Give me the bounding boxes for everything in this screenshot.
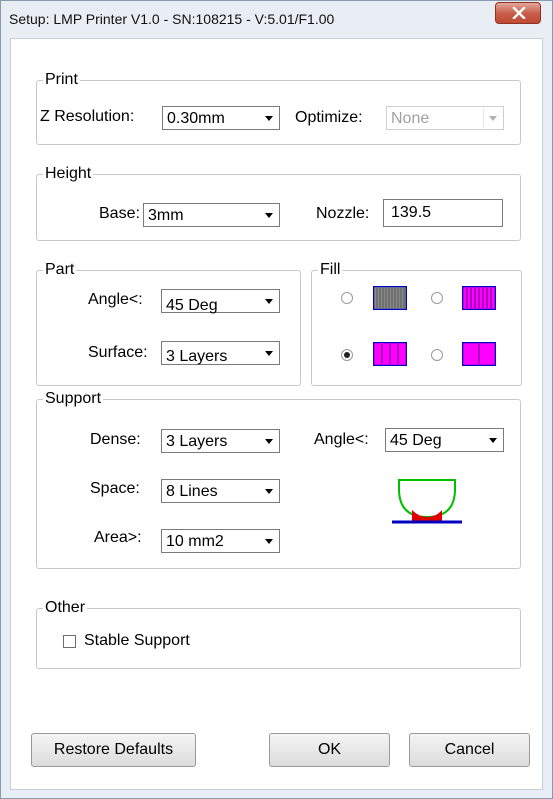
window-title: Setup: LMP Printer V1.0 - SN:108215 - V:… <box>9 11 335 27</box>
fill-option-1-radio[interactable] <box>341 292 353 304</box>
stable-support-label[interactable]: Stable Support <box>84 631 190 651</box>
optimize-select[interactable]: None <box>386 106 504 130</box>
chevron-down-icon[interactable] <box>484 431 501 449</box>
fill-group: Fill <box>311 262 522 386</box>
setup-dialog: Setup: LMP Printer V1.0 - SN:108215 - V:… <box>0 0 553 799</box>
fill-group-legend: Fill <box>320 261 341 278</box>
chevron-down-icon[interactable] <box>260 532 277 550</box>
surface-value: 3 Layers <box>166 348 228 365</box>
optimize-label: Optimize: <box>295 109 363 126</box>
chevron-down-icon[interactable] <box>483 109 501 127</box>
chevron-down-icon[interactable] <box>260 292 277 310</box>
restore-defaults-button[interactable]: Restore Defaults <box>31 733 196 767</box>
space-value: 8 Lines <box>166 483 218 500</box>
support-angle-preview-icon <box>392 479 462 524</box>
fill-option-2-radio[interactable] <box>431 292 443 304</box>
dense-value: 3 Layers <box>166 433 228 450</box>
dense-select[interactable]: 3 Layers <box>161 429 280 453</box>
base-value: 3mm <box>148 207 184 224</box>
z-resolution-value: 0.30mm <box>167 110 225 127</box>
support-angle-value: 45 Deg <box>390 432 442 449</box>
chevron-down-icon[interactable] <box>260 109 277 127</box>
surface-label: Surface: <box>88 344 148 361</box>
support-angle-select[interactable]: 45 Deg <box>385 428 504 452</box>
space-label: Space: <box>90 480 140 497</box>
dialog-client-area: Print Z Resolution: 0.30mm Optimize: Non… <box>10 38 543 790</box>
part-angle-select[interactable]: 45 Deg <box>161 289 280 314</box>
fill-option-3-radio[interactable] <box>341 349 353 361</box>
chevron-down-icon[interactable] <box>260 344 277 362</box>
nozzle-label: Nozzle: <box>316 205 370 222</box>
fill-fine-magenta-icon[interactable] <box>462 286 496 310</box>
area-value: 10 mm2 <box>166 533 224 550</box>
optimize-value: None <box>391 110 430 127</box>
area-select[interactable]: 10 mm2 <box>161 529 280 553</box>
space-select[interactable]: 8 Lines <box>161 479 280 503</box>
base-label: Base: <box>99 205 140 222</box>
surface-select[interactable]: 3 Layers <box>161 341 280 365</box>
area-label: Area>: <box>94 529 142 546</box>
support-group-legend: Support <box>45 390 102 407</box>
chevron-down-icon[interactable] <box>260 432 277 450</box>
cancel-button[interactable]: Cancel <box>409 733 530 767</box>
close-button[interactable] <box>495 2 541 24</box>
close-icon <box>512 7 526 19</box>
title-bar[interactable]: Setup: LMP Printer V1.0 - SN:108215 - V:… <box>1 1 552 37</box>
print-group-legend: Print <box>45 71 78 88</box>
nozzle-value: 139.5 <box>391 204 432 221</box>
other-group-legend: Other <box>45 599 86 616</box>
part-group: Part <box>36 262 301 386</box>
ok-button[interactable]: OK <box>269 733 390 767</box>
nozzle-input[interactable]: 139.5 <box>383 199 503 227</box>
base-select[interactable]: 3mm <box>143 203 280 227</box>
z-resolution-label: Z Resolution: <box>40 108 135 125</box>
stable-support-checkbox[interactable] <box>63 635 76 648</box>
height-group-legend: Height <box>45 165 92 182</box>
dense-label: Dense: <box>90 431 141 448</box>
fill-sparse-magenta-icon[interactable] <box>462 342 496 366</box>
part-group-legend: Part <box>45 261 75 278</box>
fill-dense-gray-icon[interactable] <box>373 286 407 310</box>
part-angle-label: Angle<: <box>88 291 143 308</box>
z-resolution-select[interactable]: 0.30mm <box>162 106 280 130</box>
fill-medium-magenta-icon[interactable] <box>373 342 407 366</box>
fill-option-4-radio[interactable] <box>431 349 443 361</box>
support-angle-label: Angle<: <box>314 431 369 448</box>
chevron-down-icon[interactable] <box>260 206 277 224</box>
chevron-down-icon[interactable] <box>260 482 277 500</box>
part-angle-value: 45 Deg <box>166 297 218 314</box>
